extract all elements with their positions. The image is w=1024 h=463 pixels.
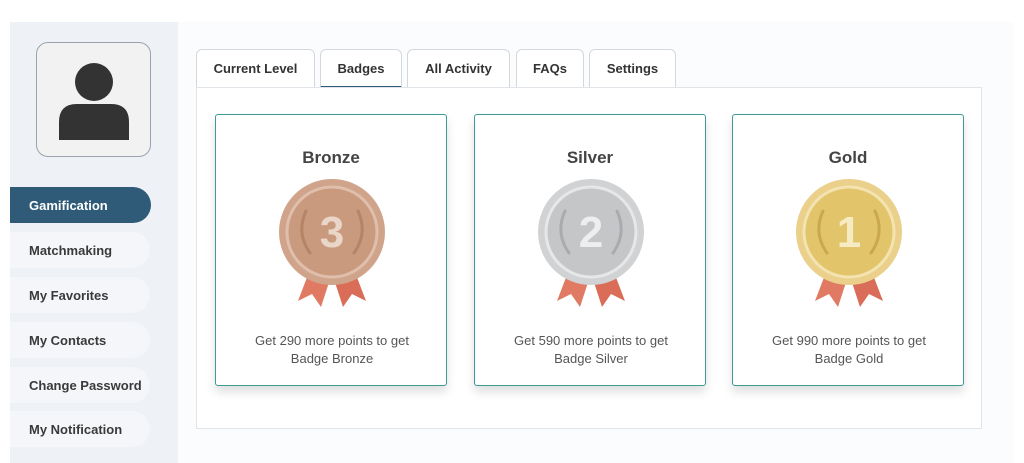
sidebar-item-label: Change Password: [29, 377, 142, 393]
medal-number: 2: [579, 208, 603, 257]
medal-number: 1: [837, 208, 861, 257]
tab-badges[interactable]: Badges: [320, 49, 402, 88]
sidebar-item-label: Matchmaking: [29, 242, 113, 258]
tab-settings[interactable]: Settings: [589, 49, 676, 87]
badge-description-line: Get 590 more points to get: [514, 333, 668, 348]
badge-title: Silver: [566, 148, 614, 167]
badge-description-line: Badge Silver: [554, 351, 628, 366]
badge-description-line: Get 990 more points to get: [772, 333, 926, 348]
sidebar: Gamification Matchmaking My Favorites My…: [10, 22, 178, 463]
main-content: Current Level Badges All Activity FAQs S…: [178, 22, 1014, 463]
sidebar-item-matchmaking[interactable]: Matchmaking: [10, 232, 150, 268]
tab-label: Settings: [606, 61, 659, 76]
badges-panel: Bronze 3 Get 290 more points to get Badg…: [196, 87, 982, 429]
sidebar-item-gamification[interactable]: Gamification: [10, 187, 151, 223]
user-icon: [58, 62, 129, 140]
sidebar-item-my-notification[interactable]: My Notification: [10, 411, 150, 447]
badge-title: Gold: [828, 148, 868, 167]
sidebar-item-label: My Notification: [29, 421, 123, 437]
sidebar-item-label: My Contacts: [29, 332, 107, 348]
badge-description-line: Badge Gold: [814, 351, 884, 366]
tab-faqs[interactable]: FAQs: [516, 49, 584, 87]
silver-medal-icon: 2: [538, 179, 644, 307]
badge-card-silver: Silver 2 Get 590 more points to get Badg…: [474, 114, 706, 386]
bronze-medal-icon: 3: [279, 179, 385, 307]
badge-title: Bronze: [302, 148, 360, 167]
tab-label: FAQs: [533, 61, 567, 76]
medal-number: 3: [320, 208, 344, 257]
badge-description: Get 290 more points to get Badge Bronze: [230, 332, 434, 368]
gold-medal-icon: 1: [796, 179, 902, 307]
avatar[interactable]: [36, 42, 151, 157]
badge-card-bronze: Bronze 3 Get 290 more points to get Badg…: [215, 114, 447, 386]
tab-label: Current Level: [213, 61, 298, 76]
sidebar-item-my-favorites[interactable]: My Favorites: [10, 277, 150, 313]
sidebar-item-label: Gamification: [29, 197, 108, 213]
tab-label: All Activity: [425, 61, 492, 76]
badge-description: Get 990 more points to get Badge Gold: [747, 332, 951, 368]
sidebar-item-label: My Favorites: [29, 287, 109, 303]
tab-label: Badges: [337, 60, 385, 76]
tab-current-level[interactable]: Current Level: [196, 49, 315, 87]
tab-all-activity[interactable]: All Activity: [407, 49, 510, 87]
badge-description-line: Badge Bronze: [290, 351, 374, 366]
badge-description: Get 590 more points to get Badge Silver: [489, 332, 693, 368]
badge-card-gold: Gold 1 Get 990 more points to get Badge …: [732, 114, 964, 386]
sidebar-item-my-contacts[interactable]: My Contacts: [10, 322, 150, 358]
badge-description-line: Get 290 more points to get: [255, 333, 409, 348]
sidebar-item-change-password[interactable]: Change Password: [10, 367, 150, 403]
